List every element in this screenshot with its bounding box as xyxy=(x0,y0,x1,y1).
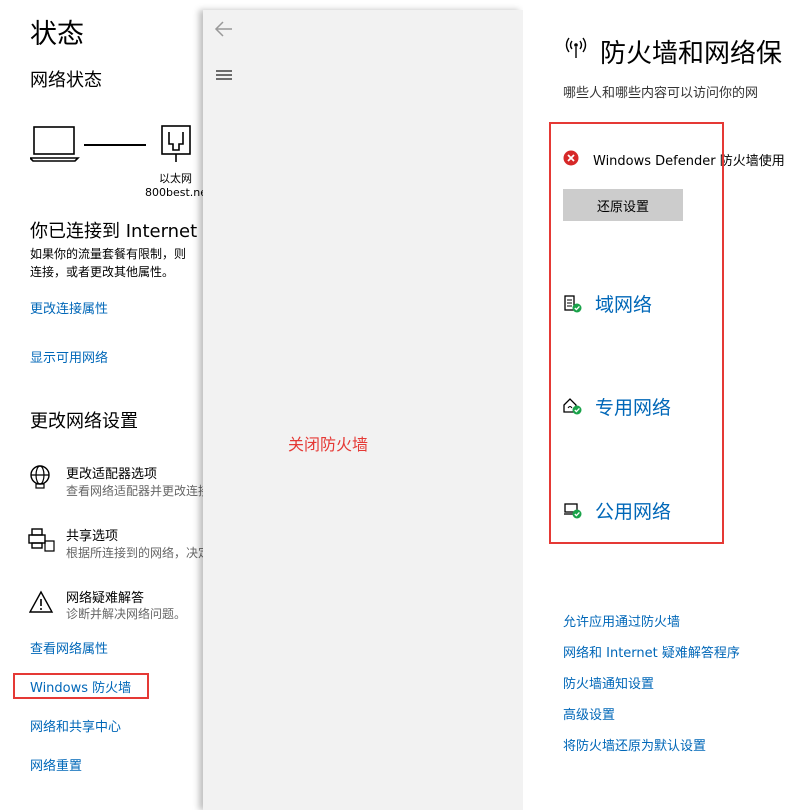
adapter-options-desc: 查看网络适配器并更改连接 xyxy=(66,484,204,498)
warning-icon xyxy=(28,590,55,618)
sharing-icon xyxy=(28,527,56,557)
back-arrow-icon[interactable] xyxy=(213,18,235,44)
computer-icon xyxy=(28,125,80,167)
network-profiles-highlight xyxy=(549,122,724,544)
connected-heading: 你已连接到 Internet xyxy=(30,221,198,242)
network-status-heading: 网络状态 xyxy=(30,70,102,91)
network-reset-link[interactable]: 网络重置 xyxy=(30,755,82,774)
adapter-name: 以太网 xyxy=(159,172,192,185)
firewall-subtitle: 哪些人和哪些内容可以访问你的网 xyxy=(563,86,759,101)
antenna-icon xyxy=(563,34,589,64)
network-sharing-center-link[interactable]: 网络和共享中心 xyxy=(30,716,121,735)
allow-app-through-firewall-link[interactable]: 允许应用通过防火墙 xyxy=(563,611,680,630)
change-connection-props-link[interactable]: 更改连接属性 xyxy=(30,298,108,317)
view-network-props-link[interactable]: 查看网络属性 xyxy=(30,638,108,657)
annotation-label: 关闭防火墙 xyxy=(288,435,369,454)
show-available-networks-link[interactable]: 显示可用网络 xyxy=(30,347,108,366)
advanced-settings-link[interactable]: 高级设置 xyxy=(563,704,615,723)
firewall-notification-settings-link[interactable]: 防火墙通知设置 xyxy=(563,673,654,692)
globe-icon xyxy=(28,464,54,494)
ethernet-icon xyxy=(160,124,194,168)
change-settings-heading: 更改网络设置 xyxy=(30,411,138,432)
hamburger-menu-icon[interactable] xyxy=(215,68,233,87)
connected-desc-line2: 连接，或者更改其他属性。 xyxy=(30,265,175,279)
network-troubleshooter-link[interactable]: 网络和 Internet 疑难解答程序 xyxy=(563,642,740,661)
connected-desc-line1: 如果你的流量套餐有限制，则 xyxy=(30,247,187,261)
page-title: 状态 xyxy=(30,19,84,50)
sharing-options-title[interactable]: 共享选项 xyxy=(66,525,118,544)
restore-firewall-defaults-link[interactable]: 将防火墙还原为默认设置 xyxy=(563,735,706,754)
firewall-link-highlight xyxy=(13,673,149,699)
adapter-options-title[interactable]: 更改适配器选项 xyxy=(66,463,157,482)
settings-nav-panel: 关闭防火墙 xyxy=(203,10,523,810)
troubleshoot-title[interactable]: 网络疑难解答 xyxy=(66,587,144,606)
troubleshoot-desc: 诊断并解决网络问题。 xyxy=(66,607,187,621)
firewall-page-title: 防火墙和网络保 xyxy=(600,39,783,69)
sharing-options-desc: 根据所连接到的网络，决定 xyxy=(66,546,204,560)
connection-line xyxy=(84,144,146,146)
network-name: 800best.net xyxy=(145,186,204,199)
